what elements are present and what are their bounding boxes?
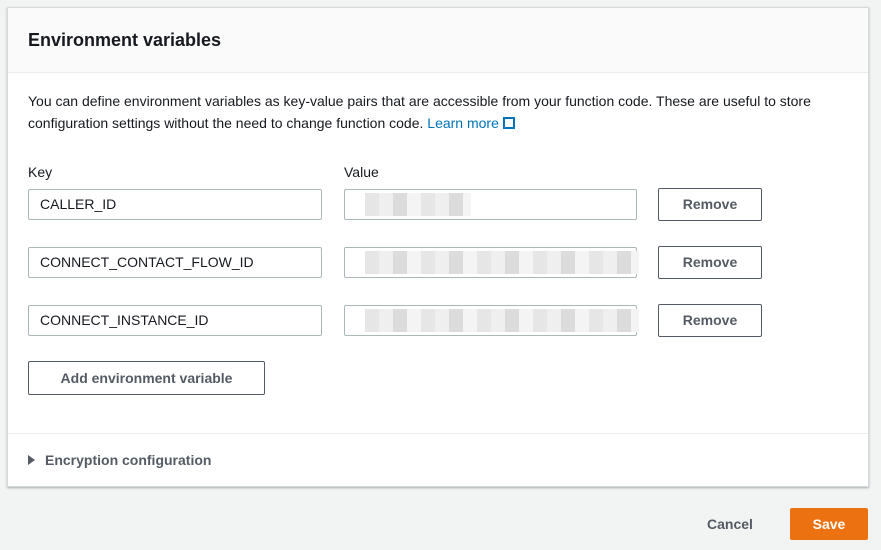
learn-more-link[interactable]: Learn more bbox=[427, 115, 515, 131]
redacted-value bbox=[365, 309, 639, 332]
variable-row: CALLER_ID Remove bbox=[28, 188, 768, 223]
caret-right-icon bbox=[28, 455, 35, 465]
variable-row: CONNECT_INSTANCE_ID Remove bbox=[28, 304, 768, 339]
encryption-configuration-toggle[interactable]: Encryption configuration bbox=[28, 452, 211, 468]
value-label: Value bbox=[344, 164, 379, 180]
learn-more-label: Learn more bbox=[427, 115, 499, 131]
value-input[interactable] bbox=[344, 189, 637, 220]
value-input[interactable] bbox=[344, 305, 639, 336]
panel-title: Environment variables bbox=[28, 30, 222, 50]
description-text: You can define environment variables as … bbox=[28, 93, 811, 131]
variable-row: CONNECT_CONTACT_FLOW_ID Remove bbox=[28, 246, 768, 281]
panel-header: Environment variables bbox=[8, 8, 868, 73]
key-input[interactable]: CALLER_ID bbox=[28, 189, 322, 220]
key-input[interactable]: CONNECT_CONTACT_FLOW_ID bbox=[28, 247, 322, 278]
remove-button[interactable]: Remove bbox=[658, 246, 762, 279]
external-link-icon bbox=[502, 117, 515, 129]
encryption-label: Encryption configuration bbox=[45, 452, 212, 468]
key-label: Key bbox=[28, 164, 53, 180]
divider bbox=[8, 433, 868, 434]
add-environment-variable-button[interactable]: Add environment variable bbox=[28, 361, 265, 395]
redacted-value bbox=[365, 251, 639, 274]
panel-description: You can define environment variables as … bbox=[28, 90, 858, 134]
value-input[interactable] bbox=[344, 247, 639, 278]
remove-button[interactable]: Remove bbox=[658, 188, 762, 221]
save-button[interactable]: Save bbox=[790, 508, 868, 540]
key-input[interactable]: CONNECT_INSTANCE_ID bbox=[28, 305, 322, 336]
environment-variables-panel: Environment variables You can define env… bbox=[7, 7, 869, 487]
redacted-value bbox=[365, 193, 471, 216]
remove-button[interactable]: Remove bbox=[658, 304, 762, 337]
cancel-button[interactable]: Cancel bbox=[707, 516, 753, 532]
